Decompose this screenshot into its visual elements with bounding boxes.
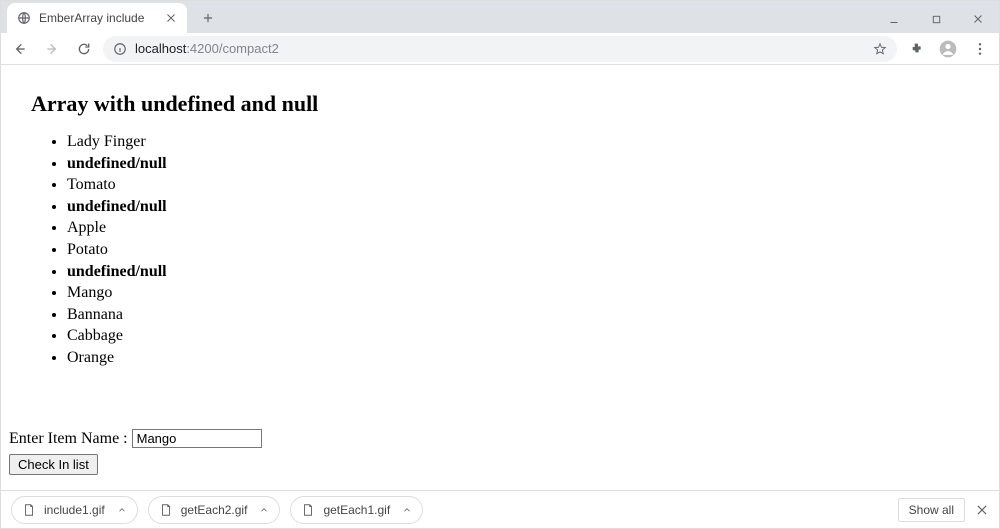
check-in-list-button[interactable]: Check In list — [9, 454, 98, 475]
close-icon[interactable] — [165, 12, 177, 24]
menu-button[interactable] — [967, 36, 993, 62]
kebab-icon — [972, 41, 988, 57]
url-host: localhost — [135, 41, 186, 56]
list-item: undefined/null — [67, 261, 991, 283]
user-icon — [938, 39, 958, 59]
download-item[interactable]: getEach2.gif — [148, 496, 281, 524]
file-icon — [22, 502, 36, 518]
puzzle-icon — [908, 41, 924, 57]
toolbar: localhost:4200/compact2 — [1, 33, 999, 65]
minimize-button[interactable] — [873, 5, 915, 33]
reload-button[interactable] — [71, 36, 97, 62]
address-bar[interactable]: localhost:4200/compact2 — [103, 36, 897, 62]
list-item: Mango — [67, 282, 991, 304]
chevron-up-icon[interactable] — [259, 505, 269, 515]
download-filename: getEach1.gif — [323, 503, 390, 517]
list-item: Tomato — [67, 174, 991, 196]
input-label: Enter Item Name : — [9, 430, 132, 447]
list-item: Orange — [67, 347, 991, 369]
list-item: Cabbage — [67, 325, 991, 347]
window-close-button[interactable] — [957, 5, 999, 33]
downloads-right: Show all — [898, 498, 989, 522]
maximize-button[interactable] — [915, 5, 957, 33]
browser-window: EmberArray include localhost: — [0, 0, 1000, 529]
tab-strip: EmberArray include — [1, 1, 999, 33]
download-items: include1.gif getEach2.gif getEach1.gif — [11, 496, 423, 524]
file-icon — [301, 502, 315, 518]
plus-icon — [201, 11, 215, 25]
arrow-left-icon — [12, 41, 28, 57]
url-text: localhost:4200/compact2 — [135, 41, 279, 56]
item-list: Lady Fingerundefined/nullTomatoundefined… — [47, 131, 991, 369]
form-row: Enter Item Name : — [9, 429, 991, 448]
tab-active[interactable]: EmberArray include — [7, 3, 187, 33]
download-filename: getEach2.gif — [181, 503, 248, 517]
close-icon[interactable] — [975, 503, 989, 517]
reload-icon — [76, 41, 92, 57]
page-heading: Array with undefined and null — [31, 91, 991, 117]
download-filename: include1.gif — [44, 503, 105, 517]
new-tab-button[interactable] — [195, 5, 221, 31]
item-name-input[interactable] — [132, 429, 262, 448]
url-path: :4200/compact2 — [186, 41, 279, 56]
star-icon[interactable] — [873, 42, 887, 56]
page-content: Array with undefined and null Lady Finge… — [1, 65, 999, 490]
list-item: undefined/null — [67, 153, 991, 175]
download-item[interactable]: getEach1.gif — [290, 496, 423, 524]
download-item[interactable]: include1.gif — [11, 496, 138, 524]
downloads-bar: include1.gif getEach2.gif getEach1.gif S… — [1, 490, 999, 528]
tab-title: EmberArray include — [39, 11, 165, 25]
extensions-button[interactable] — [903, 36, 929, 62]
forward-button[interactable] — [39, 36, 65, 62]
list-item: Apple — [67, 217, 991, 239]
arrow-right-icon — [44, 41, 60, 57]
list-item: Bannana — [67, 304, 991, 326]
show-all-button[interactable]: Show all — [898, 498, 965, 522]
info-icon — [113, 42, 127, 56]
list-item: Lady Finger — [67, 131, 991, 153]
chevron-up-icon[interactable] — [402, 505, 412, 515]
profile-button[interactable] — [935, 36, 961, 62]
window-controls — [873, 5, 999, 33]
list-item: Potato — [67, 239, 991, 261]
list-item: undefined/null — [67, 196, 991, 218]
globe-icon — [17, 11, 31, 25]
file-icon — [159, 502, 173, 518]
chevron-up-icon[interactable] — [117, 505, 127, 515]
back-button[interactable] — [7, 36, 33, 62]
